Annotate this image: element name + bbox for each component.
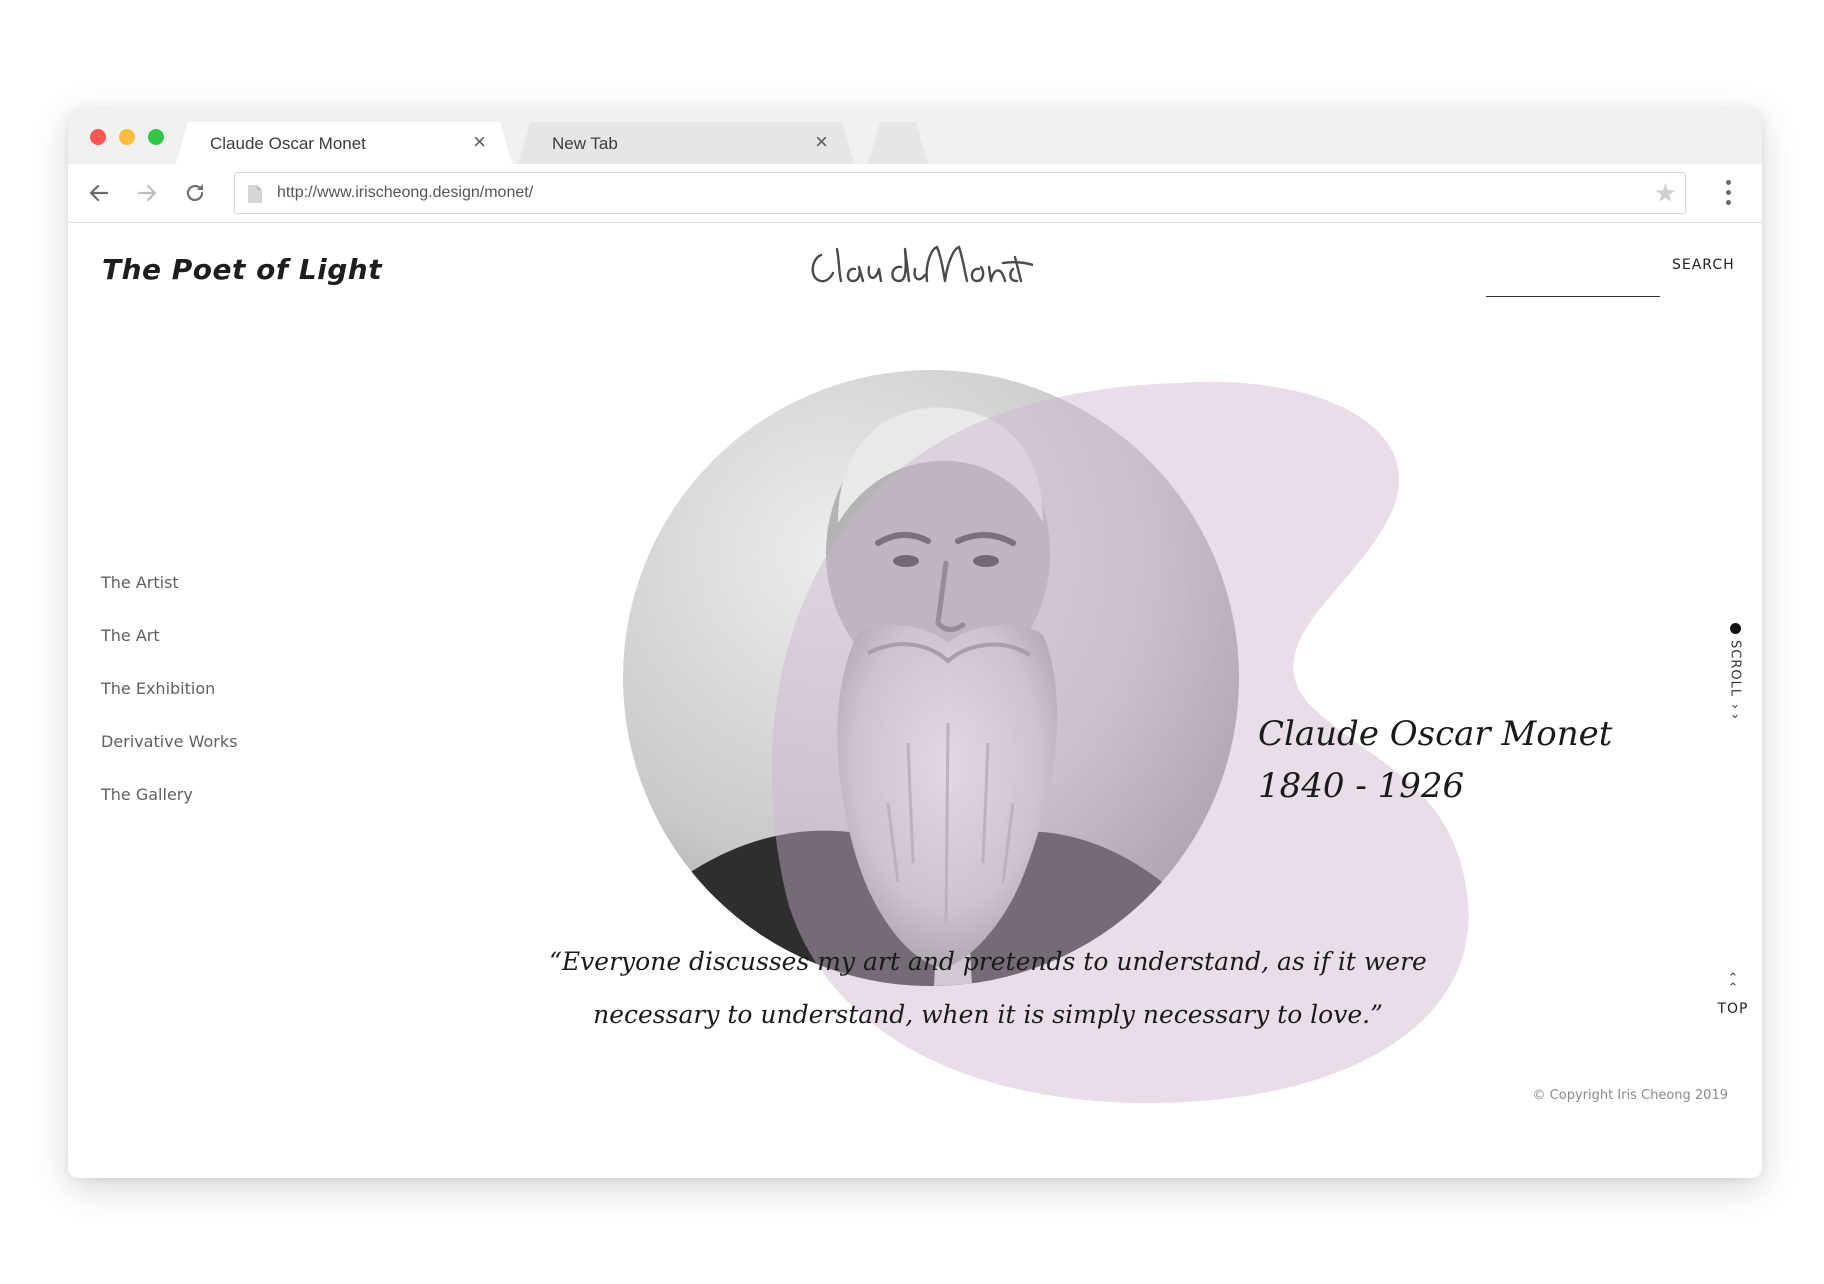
side-navigation: The Artist The Art The Exhibition Deriva… <box>101 573 237 838</box>
nav-item-the-artist[interactable]: The Artist <box>101 573 237 626</box>
browser-titlebar: Claude Oscar Monet × New Tab × <box>68 108 1762 165</box>
nav-item-the-art[interactable]: The Art <box>101 626 237 679</box>
minimize-window-button[interactable] <box>119 129 135 145</box>
top-label: TOP <box>1717 1001 1749 1017</box>
scroll-position-dot <box>1729 623 1741 634</box>
nav-item-derivative-works[interactable]: Derivative Works <box>101 732 237 785</box>
quote-line-2: necessary to understand, when it is simp… <box>593 1000 1383 1029</box>
site-tagline: The Poet of Light <box>102 253 383 286</box>
copyright-text: © Copyright Iris Cheong 2019 <box>1532 1088 1728 1103</box>
reload-button[interactable] <box>180 178 210 208</box>
artist-years: 1840 - 1926 <box>1258 766 1465 806</box>
tab-close-icon[interactable]: × <box>473 130 486 154</box>
new-tab-button[interactable] <box>868 122 928 164</box>
browser-toolbar: ★ <box>68 164 1762 223</box>
close-window-button[interactable] <box>90 129 106 145</box>
url-input[interactable] <box>277 173 1577 213</box>
page-icon <box>248 185 262 203</box>
bookmark-star-icon[interactable]: ★ <box>1654 180 1677 206</box>
search-button[interactable]: SEARCH <box>1672 257 1735 273</box>
artist-name: Claude Oscar Monet <box>1258 714 1613 754</box>
nav-item-the-exhibition[interactable]: The Exhibition <box>101 679 237 732</box>
address-bar[interactable]: ★ <box>234 172 1686 214</box>
forward-button[interactable] <box>132 178 162 208</box>
artist-title-block: Claude Oscar Monet 1840 - 1926 <box>1258 708 1612 812</box>
back-to-top-button[interactable]: ⌃ ⌃ TOP <box>1713 970 1753 1017</box>
nav-item-the-gallery[interactable]: The Gallery <box>101 785 237 838</box>
page-viewport: The Poet of Light SEARCH The Artist The … <box>68 223 1762 1178</box>
scroll-indicator[interactable]: SCROLL ⌄ ⌄ <box>1725 623 1745 722</box>
tab-new-tab[interactable]: New Tab × <box>518 122 854 164</box>
claude-monet-signature-logo[interactable] <box>803 235 1033 295</box>
browser-window: Claude Oscar Monet × New Tab × http://ww… <box>68 108 1762 1178</box>
chevron-double-down-icon: ⌄ ⌄ <box>1729 696 1741 722</box>
tab-title: Claude Oscar Monet <box>210 134 366 153</box>
reload-icon <box>186 184 204 202</box>
back-button[interactable] <box>84 178 114 208</box>
monet-quote: “Everyone discusses my art and pretends … <box>488 935 1488 1041</box>
search-input[interactable] <box>1486 274 1660 297</box>
tab-title: New Tab <box>552 134 618 153</box>
tab-claude-oscar-monet[interactable]: Claude Oscar Monet × <box>176 122 512 164</box>
browser-menu-icon[interactable] <box>1724 180 1732 208</box>
scroll-label: SCROLL <box>1727 640 1743 698</box>
tab-close-icon[interactable]: × <box>815 130 828 154</box>
maximize-window-button[interactable] <box>148 129 164 145</box>
back-arrow-icon <box>89 184 109 202</box>
quote-line-1: “Everyone discusses my art and pretends … <box>549 947 1427 976</box>
chevron-double-up-icon: ⌃ ⌃ <box>1727 970 1739 995</box>
forward-arrow-icon <box>137 184 157 202</box>
